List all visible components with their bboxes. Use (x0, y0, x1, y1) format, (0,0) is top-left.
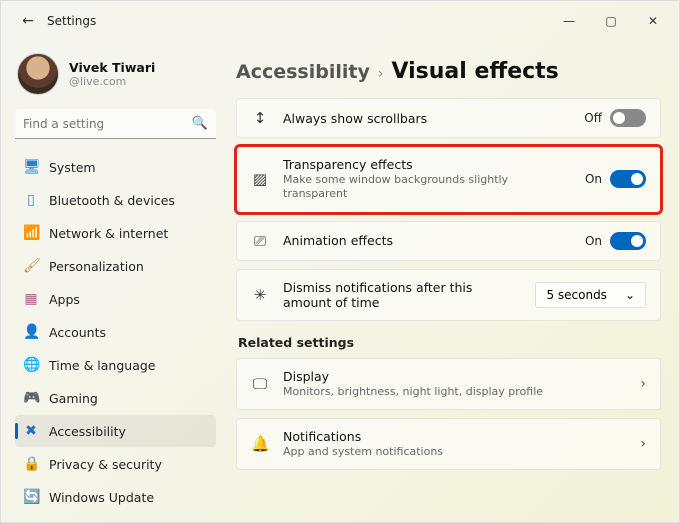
animation-icon: ⎚ (251, 232, 269, 250)
nav-icon: 📶 (23, 225, 39, 241)
nav-icon: ▯ (23, 192, 39, 208)
nav-list: 🖥 System ▯ Bluetooth & devices 📶 Network & in… (15, 151, 216, 513)
dismiss-select[interactable]: 5 seconds ⌄ (535, 282, 646, 308)
sidebar-item-system[interactable]: 🖥 System (15, 151, 216, 183)
scrollbars-toggle[interactable] (610, 109, 646, 127)
sidebar-item-personalization[interactable]: 🖌 Personalization (15, 250, 216, 282)
sidebar-item-gaming[interactable]: 🎮 Gaming (15, 382, 216, 414)
avatar (17, 53, 59, 95)
main-content: Accessibility › Visual effects ↕ Always … (226, 41, 679, 522)
nav-icon: 🔄 (23, 489, 39, 505)
toggle-state: On (585, 234, 602, 248)
profile-email: @live.com (69, 75, 155, 88)
close-button[interactable]: ✕ (633, 6, 673, 36)
sidebar-item-bluetooth-devices[interactable]: ▯ Bluetooth & devices (15, 184, 216, 216)
dismiss-icon: ✳ (251, 286, 269, 304)
sidebar-item-label: Windows Update (49, 490, 154, 505)
nav-icon: 🔒 (23, 456, 39, 472)
card-display[interactable]: 🖵 Display Monitors, brightness, night li… (236, 358, 661, 410)
card-title: Notifications (283, 429, 626, 444)
sidebar-item-label: Apps (49, 292, 80, 307)
search-icon: 🔍 (192, 116, 208, 131)
card-subtitle: Monitors, brightness, night light, displ… (283, 385, 626, 399)
sidebar-item-time-language[interactable]: 🌐 Time & language (15, 349, 216, 381)
card-scrollbars[interactable]: ↕ Always show scrollbars Off (236, 98, 661, 138)
scrollbars-icon: ↕ (251, 109, 269, 127)
display-icon: 🖵 (251, 375, 269, 393)
sidebar-item-apps[interactable]: ▦ Apps (15, 283, 216, 315)
sidebar-item-label: Time & language (49, 358, 155, 373)
nav-icon: ✖ (23, 423, 39, 439)
sidebar-item-label: Accounts (49, 325, 106, 340)
maximize-button[interactable]: ▢ (591, 6, 631, 36)
minimize-button[interactable]: — (549, 6, 589, 36)
chevron-down-icon: ⌄ (625, 288, 635, 302)
transparency-toggle[interactable] (610, 170, 646, 188)
card-notifications[interactable]: 🔔 Notifications App and system notificat… (236, 418, 661, 470)
breadcrumb: Accessibility › Visual effects (236, 59, 661, 84)
bell-icon: 🔔 (251, 435, 269, 453)
card-animation[interactable]: ⎚ Animation effects On (236, 221, 661, 261)
nav-icon: 🖌 (23, 258, 39, 274)
back-button[interactable]: ← (15, 8, 41, 34)
sidebar-item-label: Privacy & security (49, 457, 162, 472)
nav-icon: 🎮 (23, 390, 39, 406)
search-box[interactable]: 🔍 (15, 109, 216, 139)
nav-icon: 👤 (23, 324, 39, 340)
sidebar-item-accessibility[interactable]: ✖ Accessibility (15, 415, 216, 447)
sidebar-item-label: Network & internet (49, 226, 168, 241)
sidebar-item-accounts[interactable]: 👤 Accounts (15, 316, 216, 348)
titlebar: ← Settings — ▢ ✕ (1, 1, 679, 41)
card-subtitle: Make some window backgrounds slightly tr… (283, 173, 571, 202)
chevron-right-icon: › (378, 66, 384, 82)
related-heading: Related settings (238, 335, 661, 350)
sidebar-item-network-internet[interactable]: 📶 Network & internet (15, 217, 216, 249)
chevron-right-icon: › (640, 436, 646, 452)
card-title: Dismiss notifications after this amount … (283, 280, 521, 310)
card-dismiss: ✳ Dismiss notifications after this amoun… (236, 269, 661, 321)
profile-name: Vivek Tiwari (69, 60, 155, 75)
card-subtitle: App and system notifications (283, 445, 626, 459)
select-value: 5 seconds (546, 288, 607, 302)
toggle-state: On (585, 172, 602, 186)
settings-window: ← Settings — ▢ ✕ Vivek Tiwari @live.com … (0, 0, 680, 523)
card-title: Always show scrollbars (283, 111, 570, 126)
nav-icon: 🌐 (23, 357, 39, 373)
breadcrumb-parent[interactable]: Accessibility (236, 61, 370, 83)
card-transparency[interactable]: ▨ Transparency effects Make some window … (236, 146, 661, 213)
sidebar-item-label: Personalization (49, 259, 144, 274)
nav-icon: ▦ (23, 291, 39, 307)
profile[interactable]: Vivek Tiwari @live.com (15, 49, 216, 109)
nav-icon: 🖥 (23, 159, 39, 175)
chevron-right-icon: › (640, 376, 646, 392)
animation-toggle[interactable] (610, 232, 646, 250)
sidebar-item-privacy-security[interactable]: 🔒 Privacy & security (15, 448, 216, 480)
sidebar-item-windows-update[interactable]: 🔄 Windows Update (15, 481, 216, 513)
sidebar: Vivek Tiwari @live.com 🔍 🖥 System ▯ Bluetoo… (1, 41, 226, 522)
card-title: Animation effects (283, 233, 571, 248)
transparency-icon: ▨ (251, 170, 269, 188)
card-title: Transparency effects (283, 157, 571, 172)
sidebar-item-label: System (49, 160, 96, 175)
toggle-state: Off (584, 111, 602, 125)
sidebar-item-label: Bluetooth & devices (49, 193, 175, 208)
sidebar-item-label: Accessibility (49, 424, 126, 439)
card-title: Display (283, 369, 626, 384)
sidebar-item-label: Gaming (49, 391, 98, 406)
page-title: Visual effects (391, 59, 558, 84)
window-title: Settings (47, 14, 96, 28)
search-input[interactable] (15, 109, 216, 139)
